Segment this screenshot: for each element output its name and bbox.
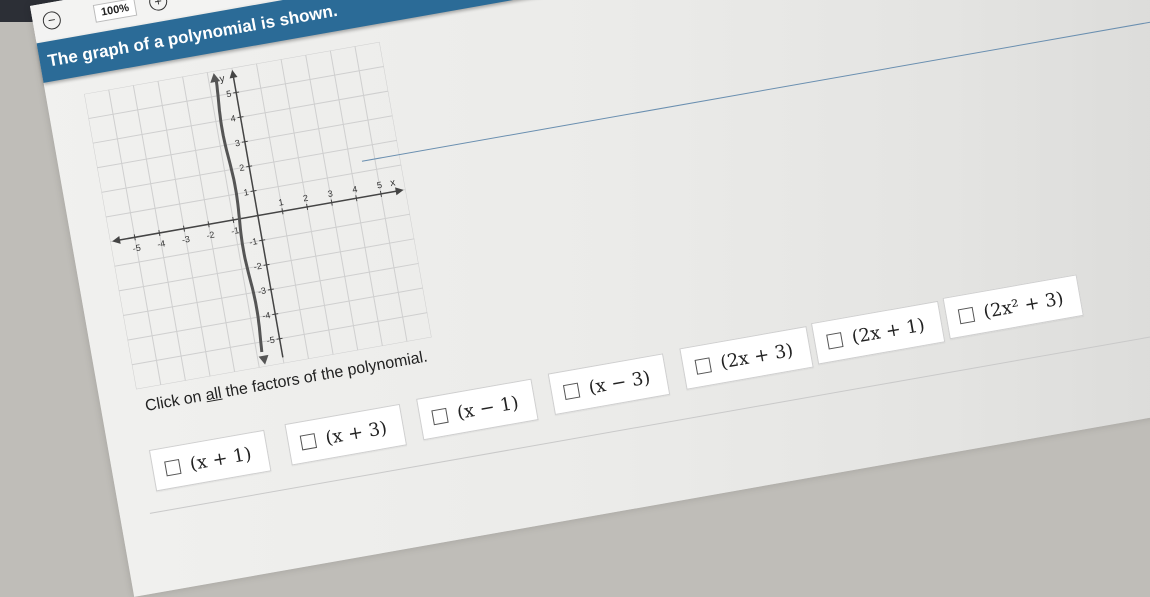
x-tick <box>281 208 284 215</box>
x-tick <box>232 216 235 223</box>
checkbox[interactable] <box>957 306 976 324</box>
option-2x-plus-3[interactable]: (2x + 3) <box>679 326 814 390</box>
x-tick <box>133 234 136 241</box>
y-tick <box>272 313 279 316</box>
y-tick <box>241 140 248 143</box>
y-tick-label: -2 <box>253 261 263 272</box>
option-2x-plus-1[interactable]: (2x + 1) <box>810 300 945 365</box>
y-tick <box>237 116 244 119</box>
y-tick <box>233 91 240 94</box>
polynomial-graph: xy -5 -4 -3 -2 -11 2 3 4 554321-1-2-3-4-5 <box>84 41 432 390</box>
checkbox[interactable] <box>299 432 318 450</box>
x-tick <box>158 229 161 237</box>
option-x-minus-3[interactable]: (x − 3) <box>547 353 671 416</box>
section-divider <box>361 0 1150 162</box>
y-tick-label: 2 <box>238 162 245 173</box>
x-tick-label: 4 <box>351 184 358 195</box>
y-tick-label: 3 <box>234 138 241 149</box>
checkbox[interactable] <box>826 331 844 350</box>
option-label: (2x² + 3) <box>981 287 1066 323</box>
y-tick-label: -3 <box>257 285 267 296</box>
y-tick-label: 1 <box>243 187 250 198</box>
x-tick-label: -5 <box>132 243 142 254</box>
x-axis-arrow <box>395 187 404 196</box>
zoom-out-icon[interactable]: − <box>41 10 63 31</box>
question-sheet: − 100% + The graph of a polynomial is sh… <box>30 0 1150 597</box>
curve-arrow-down <box>258 354 269 365</box>
option-label: (2x + 3) <box>718 339 795 373</box>
x-tick-label: 5 <box>376 180 383 191</box>
y-axis-label: y <box>219 73 226 85</box>
y-tick <box>259 239 266 242</box>
option-label: (x − 3) <box>586 366 652 399</box>
x-tick-label: 3 <box>327 188 334 199</box>
x-tick <box>182 225 186 232</box>
y-tick <box>263 263 270 266</box>
x-tick <box>207 221 210 228</box>
checkbox[interactable] <box>694 356 712 375</box>
option-x-plus-1[interactable]: (x + 1) <box>148 429 272 492</box>
x-tick-label: -2 <box>206 230 216 241</box>
y-tick-label: -1 <box>249 236 259 247</box>
x-axis-arrow <box>112 235 121 244</box>
x-tick <box>330 199 333 206</box>
checkbox[interactable] <box>164 458 182 476</box>
x-tick-label: -3 <box>181 234 191 245</box>
y-tick <box>276 337 283 340</box>
x-tick-label: 1 <box>278 197 285 208</box>
option-label: (x − 1) <box>455 391 521 424</box>
x-axis-label: x <box>389 177 396 189</box>
y-tick-label: -4 <box>262 310 272 321</box>
checkbox[interactable] <box>431 407 449 425</box>
y-tick-label: 5 <box>225 88 232 99</box>
y-tick <box>250 189 257 193</box>
option-x-minus-1[interactable]: (x − 1) <box>416 378 539 441</box>
checkbox[interactable] <box>562 382 581 400</box>
option-label: (x + 1) <box>188 443 254 475</box>
option-label: (2x + 1) <box>850 314 927 348</box>
x-tick <box>355 195 358 202</box>
zoom-in-icon[interactable]: + <box>147 0 169 13</box>
graph-axes: xy <box>112 69 404 358</box>
option-x-plus-3[interactable]: (x + 3) <box>284 403 408 466</box>
x-tick <box>379 190 382 197</box>
pencil-icon[interactable] <box>214 0 239 1</box>
option-2x-squared-plus-3[interactable]: (2x² + 3) <box>942 274 1084 340</box>
x-tick-label: 2 <box>302 193 309 204</box>
question-banner: The graph of a polynomial is shown. <box>36 0 1150 83</box>
zoom-level: 100% <box>92 0 138 23</box>
y-axis-arrow <box>229 69 238 79</box>
y-tick-label: 4 <box>230 113 237 124</box>
option-label: (x + 3) <box>323 417 389 449</box>
x-tick <box>306 203 309 210</box>
x-tick-label: -1 <box>230 225 240 236</box>
y-tick <box>246 165 253 168</box>
y-tick <box>267 288 274 291</box>
x-tick-label: -4 <box>156 238 166 249</box>
y-tick-label: -5 <box>266 335 276 346</box>
